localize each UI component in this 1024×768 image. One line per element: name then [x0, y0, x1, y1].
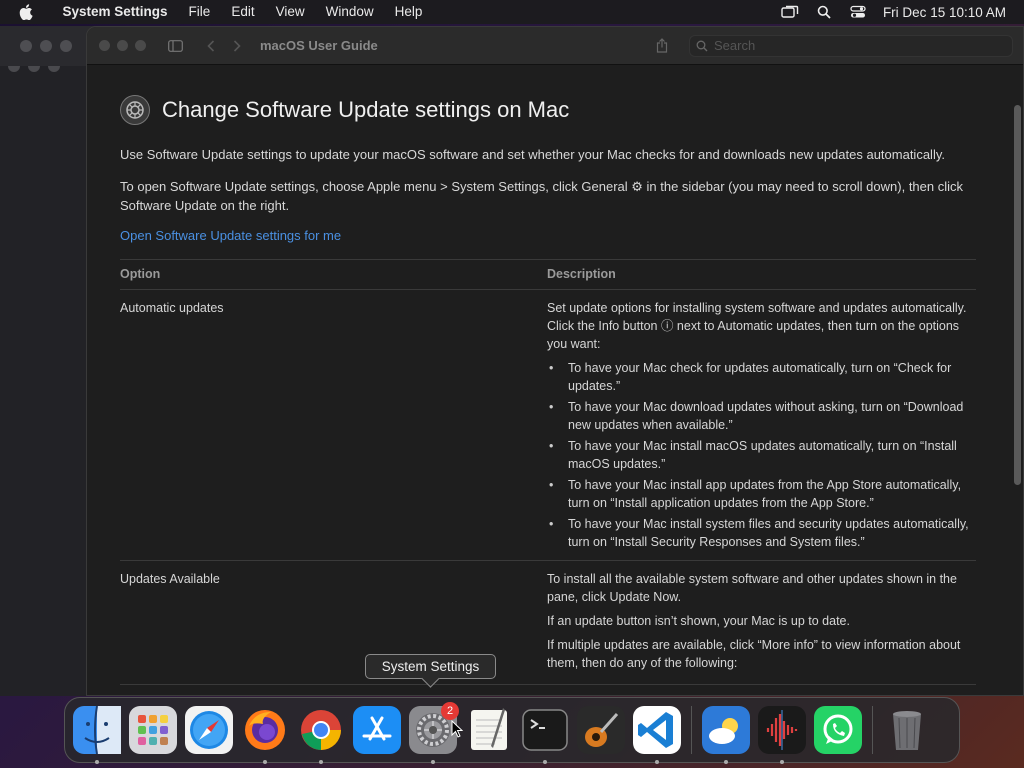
background-window-traffic-lights-2	[20, 40, 72, 52]
dock-weather[interactable]	[702, 706, 750, 764]
guitar-icon	[577, 706, 625, 754]
search-field[interactable]: Search	[689, 34, 1013, 57]
screen-mirroring-icon[interactable]	[773, 0, 807, 24]
menu-view[interactable]: View	[265, 0, 315, 24]
menu-clock[interactable]: Fri Dec 15 10:10 AM	[875, 5, 1024, 20]
dock-vscode[interactable]	[633, 706, 681, 764]
dock-separator	[691, 706, 692, 754]
firefox-icon	[245, 710, 285, 750]
dock-textedit[interactable]	[465, 706, 513, 754]
dock-garageband[interactable]	[577, 706, 625, 754]
menu-file[interactable]: File	[178, 0, 221, 24]
finder-icon	[73, 706, 121, 754]
dock-separator	[872, 706, 873, 754]
dock-finder[interactable]	[73, 706, 121, 764]
chrome-icon	[301, 710, 341, 750]
article-intro: Use Software Update settings to update y…	[120, 147, 945, 162]
window-toolbar: macOS User Guide Search	[87, 27, 1023, 65]
description-cell: To install all the available system soft…	[547, 560, 976, 685]
launchpad-icon	[129, 706, 177, 754]
menu-edit[interactable]: Edit	[221, 0, 265, 24]
description-text: If multiple updates are available, click…	[547, 638, 961, 670]
running-indicator	[95, 760, 99, 764]
background-window[interactable]	[0, 26, 100, 696]
close-window-button[interactable]	[99, 40, 110, 51]
options-table: Option Description Automatic updates Set…	[120, 259, 976, 685]
trash-icon	[893, 711, 921, 750]
table-header-description: Description	[547, 259, 976, 290]
dock-terminal[interactable]	[521, 706, 569, 764]
list-item: To have your Mac install app updates fro…	[547, 476, 976, 512]
settings-gear-icon	[120, 95, 150, 125]
dock-app-store[interactable]	[353, 706, 401, 754]
list-item: To have your Mac download updates withou…	[547, 398, 976, 434]
zoom-window-button[interactable]	[135, 40, 146, 51]
vscode-icon	[633, 706, 681, 754]
notification-badge: 2	[441, 702, 459, 720]
list-item: To have your Mac install macOS updates a…	[547, 437, 976, 473]
running-indicator	[431, 760, 435, 764]
article-heading: Change Software Update settings on Mac	[120, 95, 1023, 125]
list-item: To have your Mac install system files an…	[547, 515, 976, 551]
option-automatic-updates: Automatic updates	[120, 289, 547, 561]
open-software-update-link[interactable]: Open Software Update settings for me	[120, 228, 1023, 243]
share-icon[interactable]	[649, 35, 675, 57]
bullet-list: To have your Mac check for updates autom…	[547, 359, 976, 551]
dock-chrome[interactable]	[297, 706, 345, 764]
back-chevron-icon[interactable]	[198, 35, 224, 57]
dock-system-settings[interactable]: 2	[409, 702, 459, 764]
article-open-instructions: To open Software Update settings, choose…	[120, 179, 964, 213]
app-store-icon	[353, 706, 401, 754]
running-indicator	[724, 760, 728, 764]
traffic-lights	[99, 40, 146, 51]
list-item: To have your Mac check for updates autom…	[547, 359, 976, 395]
dock-whatsapp[interactable]	[814, 706, 862, 754]
dock-tooltip: System Settings	[365, 654, 496, 679]
dock-launchpad[interactable]	[129, 706, 177, 754]
table-row: Automatic updates Set update options for…	[120, 289, 976, 561]
running-indicator	[543, 760, 547, 764]
search-placeholder: Search	[714, 38, 756, 53]
control-center-icon[interactable]	[841, 0, 875, 24]
whatsapp-icon	[814, 706, 862, 754]
spotlight-search-icon[interactable]	[807, 0, 841, 24]
forward-chevron-icon[interactable]	[224, 35, 250, 57]
running-indicator	[263, 760, 267, 764]
article-content: Change Software Update settings on Mac U…	[87, 65, 1023, 695]
menu-window[interactable]: Window	[315, 0, 384, 24]
textedit-icon	[471, 708, 507, 750]
dock: 2	[64, 697, 960, 764]
article-title: Change Software Update settings on Mac	[162, 97, 570, 122]
running-indicator	[655, 760, 659, 764]
apple-menu-icon[interactable]	[0, 4, 52, 20]
terminal-icon	[522, 709, 568, 751]
background-window-titlebar[interactable]	[0, 26, 100, 66]
running-indicator	[319, 760, 323, 764]
sidebar-toggle-icon[interactable]	[162, 35, 188, 57]
window-title: macOS User Guide	[260, 38, 378, 53]
table-header-option: Option	[120, 259, 547, 290]
menu-bar: System Settings File Edit View Window He…	[0, 0, 1024, 24]
description-text: If an update button isn’t shown, your Ma…	[547, 614, 850, 628]
waveform-icon	[758, 706, 806, 754]
dock-voice-memos[interactable]	[758, 706, 806, 764]
dock-firefox[interactable]	[241, 706, 289, 764]
search-icon	[696, 40, 708, 51]
weather-icon	[702, 706, 750, 754]
description-cell: Set update options for installing system…	[547, 289, 976, 561]
help-viewer-window: macOS User Guide Search Change Software …	[86, 26, 1024, 696]
mouse-cursor-icon	[451, 720, 463, 738]
running-indicator	[780, 760, 784, 764]
dock-safari[interactable]	[185, 706, 233, 754]
vertical-scrollbar[interactable]	[1014, 105, 1021, 485]
description-text: Set update options for installing system…	[547, 301, 967, 351]
table-row: Updates Available To install all the ava…	[120, 560, 976, 685]
menu-app-name[interactable]: System Settings	[52, 0, 178, 24]
minimize-window-button[interactable]	[117, 40, 128, 51]
dock-trash[interactable]	[883, 706, 931, 754]
description-text: To install all the available system soft…	[547, 572, 957, 604]
menu-help[interactable]: Help	[384, 0, 433, 24]
safari-icon	[185, 706, 233, 754]
